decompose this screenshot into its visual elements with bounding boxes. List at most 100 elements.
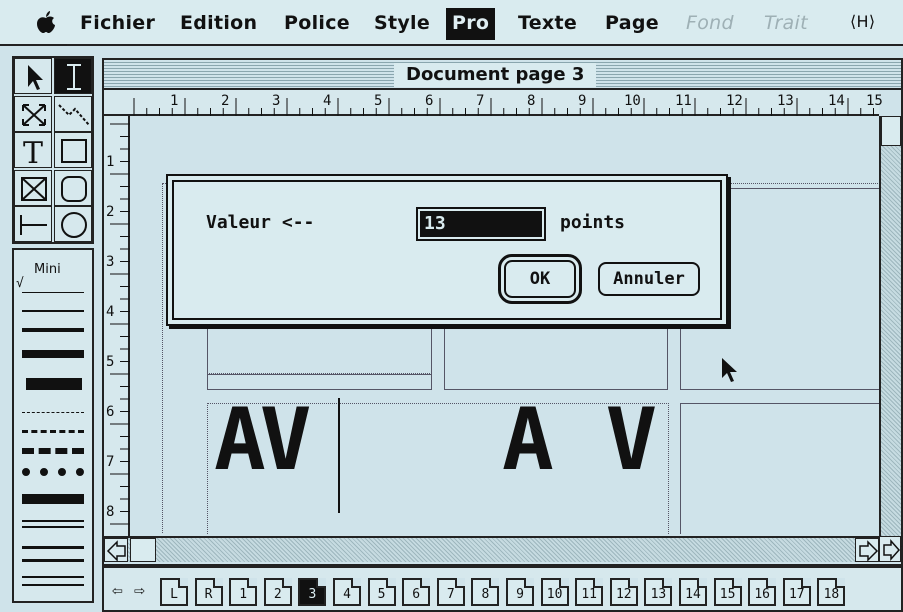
rectangle-icon[interactable] bbox=[54, 132, 92, 168]
ruler-label: 6 bbox=[425, 93, 434, 109]
line-option-dash-1[interactable] bbox=[22, 412, 84, 413]
ruler-label: 5 bbox=[374, 93, 383, 109]
window-title-bar[interactable]: Document page 3 bbox=[104, 60, 901, 90]
line-option-1[interactable] bbox=[22, 310, 84, 312]
menu-fond[interactable]: Fond bbox=[686, 12, 734, 34]
checkmark-icon: √ bbox=[16, 276, 24, 291]
cancel-button[interactable]: Annuler bbox=[598, 262, 700, 296]
ruler-label: 7 bbox=[476, 93, 485, 109]
ruler-label: 5 bbox=[106, 354, 115, 370]
ruler-label: 3 bbox=[106, 254, 115, 270]
ruler-label: 12 bbox=[726, 93, 743, 109]
horizontal-scrollbar[interactable] bbox=[104, 536, 879, 562]
text-tool-icon[interactable]: T bbox=[14, 132, 52, 169]
page-tab[interactable]: 5 bbox=[367, 578, 396, 606]
ruler-label: 2 bbox=[106, 204, 115, 220]
page-tab[interactable]: 15 bbox=[713, 578, 742, 606]
page-tab[interactable]: 8 bbox=[471, 578, 500, 606]
size-box-icon[interactable] bbox=[879, 536, 901, 562]
line-option-2[interactable] bbox=[22, 328, 84, 332]
page-tab[interactable]: 14 bbox=[679, 578, 707, 606]
scroll-left-arrow-icon[interactable] bbox=[104, 538, 128, 562]
page-tab[interactable]: 7 bbox=[436, 578, 465, 606]
text-frame[interactable] bbox=[444, 328, 668, 390]
line-option-3[interactable] bbox=[22, 350, 84, 358]
tool-palette: T bbox=[12, 56, 94, 244]
menu-fichier[interactable]: Fichier bbox=[80, 12, 155, 34]
page-tab[interactable]: 18 bbox=[817, 578, 846, 606]
unit-label: points bbox=[560, 212, 626, 233]
line-tool-icon[interactable] bbox=[14, 206, 52, 242]
value-input[interactable]: 13 bbox=[416, 207, 546, 241]
menu-bar: Fichier Edition Police Style Pro Texte P… bbox=[0, 0, 903, 46]
page-tab[interactable]: 9 bbox=[506, 578, 534, 606]
line-option-4[interactable] bbox=[26, 378, 82, 390]
scroll-thumb[interactable] bbox=[130, 538, 156, 562]
line-palette-label: Mini bbox=[34, 262, 61, 277]
line-option-dash-4[interactable] bbox=[22, 468, 84, 476]
ruler-label: 4 bbox=[106, 304, 115, 320]
menu-police[interactable]: Police bbox=[284, 12, 350, 34]
line-option-dash-3[interactable] bbox=[22, 448, 84, 454]
ruler-label: 1 bbox=[170, 93, 179, 109]
text-frame[interactable] bbox=[207, 328, 432, 390]
window-title: Document page 3 bbox=[394, 63, 597, 87]
line-option-double-1[interactable] bbox=[22, 520, 84, 528]
switcher-icon[interactable]: ⟨H⟩ bbox=[850, 12, 875, 31]
menu-page[interactable]: Page bbox=[605, 12, 659, 34]
apple-icon[interactable] bbox=[36, 10, 56, 34]
page-tab[interactable]: 2 bbox=[263, 578, 292, 606]
sample-text-normal: A V bbox=[502, 390, 658, 490]
line-option-double-2[interactable] bbox=[22, 546, 84, 562]
prev-page-arrow-icon[interactable]: ⇦ bbox=[112, 580, 123, 601]
rounded-rectangle-icon[interactable] bbox=[54, 170, 92, 206]
page-tab[interactable]: L bbox=[160, 578, 188, 606]
line-option-mini[interactable] bbox=[22, 292, 84, 293]
page-tab[interactable]: 17 bbox=[782, 578, 811, 606]
menu-texte[interactable]: Texte bbox=[518, 12, 577, 34]
page-tab[interactable]: 11 bbox=[575, 578, 604, 606]
ruler-label: 1 bbox=[106, 154, 115, 170]
menu-pro[interactable]: Pro bbox=[446, 8, 496, 40]
page-tab[interactable]: 10 bbox=[540, 578, 569, 606]
line-width-palette: Mini √ bbox=[12, 248, 94, 603]
page-tab[interactable]: R bbox=[194, 578, 223, 606]
vertical-scrollbar[interactable] bbox=[879, 116, 902, 561]
line-option-dash-2[interactable] bbox=[22, 430, 84, 433]
next-page-arrow-icon[interactable]: ⇨ bbox=[134, 580, 145, 601]
ruler-label: 2 bbox=[221, 93, 230, 109]
oval-icon[interactable] bbox=[54, 206, 92, 242]
text-frame[interactable] bbox=[680, 403, 879, 534]
menu-style[interactable]: Style bbox=[374, 12, 430, 34]
value-input-text: 13 bbox=[420, 211, 542, 237]
line-option-double-3[interactable] bbox=[22, 576, 84, 586]
ruler-label: 9 bbox=[578, 93, 587, 109]
page-tab[interactable]: 16 bbox=[748, 578, 777, 606]
scroll-right-arrow-icon[interactable] bbox=[855, 538, 879, 562]
ruler-label: 15 bbox=[866, 93, 883, 109]
svg-text:T: T bbox=[23, 136, 43, 169]
ruler-label: 14 bbox=[828, 93, 845, 109]
page-tab[interactable]: 3 bbox=[298, 578, 327, 606]
image-frame-icon[interactable] bbox=[14, 170, 52, 206]
zigzag-line-icon[interactable] bbox=[54, 96, 92, 132]
menu-edition[interactable]: Edition bbox=[180, 12, 257, 34]
text-cursor-line bbox=[338, 398, 340, 513]
sample-text-kerned: AV bbox=[214, 390, 312, 490]
ruler-label: 7 bbox=[106, 454, 115, 470]
page-tab[interactable]: 1 bbox=[229, 578, 258, 606]
page-tab[interactable]: 6 bbox=[402, 578, 431, 606]
page-tab[interactable]: 13 bbox=[644, 578, 673, 606]
ruler-label: 4 bbox=[323, 93, 332, 109]
ruler-label: 11 bbox=[675, 93, 692, 109]
text-ibeam-icon[interactable] bbox=[54, 58, 92, 94]
line-option-block[interactable] bbox=[22, 494, 84, 504]
page-tab[interactable]: 12 bbox=[609, 578, 638, 606]
scroll-thumb[interactable] bbox=[881, 116, 901, 146]
ruler-label: 6 bbox=[106, 404, 115, 420]
resize-icon[interactable] bbox=[14, 96, 52, 132]
arrow-pointer-icon[interactable] bbox=[14, 58, 52, 94]
page-tab[interactable]: 4 bbox=[333, 578, 361, 606]
menu-trait[interactable]: Trait bbox=[764, 12, 808, 34]
ok-button[interactable]: OK bbox=[504, 260, 576, 298]
